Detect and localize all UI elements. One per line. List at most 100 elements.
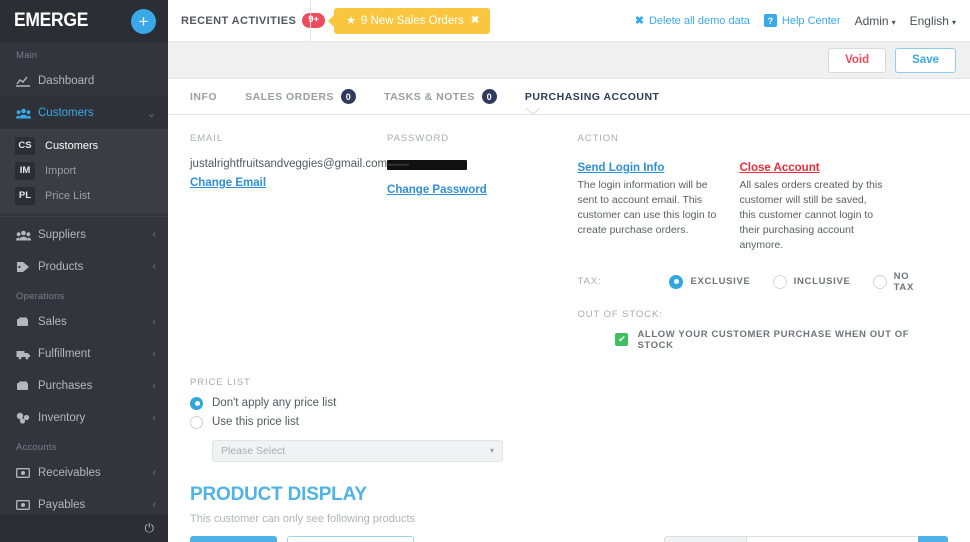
search-input[interactable]: Name or code... (746, 535, 918, 542)
sidebar-item-suppliers[interactable]: Suppliers ‹ (0, 219, 168, 251)
password-label: PASSWORD (387, 133, 449, 144)
price-list-option-label: Use this price list (212, 416, 299, 429)
subitem-tag: CS (15, 136, 35, 155)
price-list-select[interactable]: Please Select ▾ (212, 439, 503, 462)
chevron-down-icon: ⌄ (146, 107, 156, 120)
product-display-subtitle: This customer can only see following pro… (190, 512, 415, 525)
email-column: EMAIL justalrightfruitsandveggies@gmail.… (190, 133, 387, 351)
sidebar-item-label: Inventory (38, 412, 86, 424)
tab-badge: 0 (340, 89, 356, 104)
sidebar-item-label: Customers (38, 107, 94, 119)
tag-icon (16, 261, 38, 273)
delete-demo-data-link[interactable]: ✖ Delete all demo data (635, 14, 750, 28)
search-type-select[interactable]: Product ↕ (664, 535, 746, 542)
action-column: ACTION Send Login Info The login informa… (577, 133, 948, 351)
purchasing-account-panel: EMAIL justalrightfruitsandveggies@gmail.… (168, 115, 970, 462)
price-list-select-value: Please Select (221, 444, 286, 457)
star-icon: ★ (346, 15, 356, 27)
truck-icon (16, 349, 38, 360)
tab-label: INFO (190, 90, 218, 103)
price-list-option-use[interactable]: Use this price list (190, 413, 520, 432)
close-icon[interactable]: ✖ (471, 15, 479, 26)
account-row: EMAIL justalrightfruitsandveggies@gmail.… (190, 133, 948, 351)
radio-icon (669, 274, 684, 289)
clear-all-button[interactable]: Clear All 3 Item(s) (287, 535, 415, 542)
sidebar-item-customers[interactable]: Customers ⌄ (0, 97, 168, 129)
help-center-label: Help Center (781, 14, 841, 27)
action-label: ACTION (577, 133, 619, 144)
sidebar-item-dashboard[interactable]: Dashboard (0, 65, 168, 97)
subitem-label: Price List (45, 189, 91, 202)
checkbox-checked-icon: ✔ (615, 333, 629, 347)
admin-menu[interactable]: Admin ▾ (855, 14, 896, 28)
sidebar-item-inventory[interactable]: Inventory ‹ (0, 402, 168, 434)
sidebar-item-label: Suppliers (38, 229, 86, 241)
price-list-option-none[interactable]: Don't apply any price list (190, 394, 520, 413)
chevron-left-icon: ‹ (152, 261, 156, 273)
sidebar-item-fulfillment[interactable]: Fulfillment ‹ (0, 338, 168, 370)
power-icon[interactable]: ⏻ (145, 521, 155, 536)
email-value: justalrightfruitsandveggies@gmail.com (190, 158, 388, 170)
search-button[interactable] (918, 535, 948, 542)
close-account-link[interactable]: Close Account (739, 162, 819, 174)
close-account-block: Close Account All sales orders created b… (739, 158, 883, 253)
change-password-link[interactable]: Change Password (387, 184, 487, 196)
sidebar-subitem-import[interactable]: IM Import (0, 158, 168, 183)
topbar-right: ✖ Delete all demo data ? Help Center Adm… (635, 14, 970, 28)
password-column: PASSWORD •••••••••• Change Password (387, 133, 577, 351)
tax-label: TAX: (577, 276, 602, 288)
sidebar-subitem-price-list[interactable]: PL Price List (0, 183, 168, 208)
sidebar-footer: ⏻ (0, 514, 168, 542)
money-icon (16, 500, 38, 510)
sidebar: EMERGE + Main Dashboard Customers ⌄ CS C… (0, 0, 168, 542)
save-button[interactable]: Save (895, 47, 956, 73)
add-new-button[interactable]: + (131, 8, 156, 34)
question-mark-icon: ? (763, 14, 777, 27)
purchases-icon (16, 381, 38, 392)
price-list-title: PRICE LIST (190, 376, 251, 388)
out-of-stock-label: OUT OF STOCK: (577, 308, 663, 320)
recent-activities-label: RECENT ACTIVITIES (181, 14, 297, 27)
tab-tasks-notes[interactable]: TASKS & NOTES 0 (370, 79, 511, 115)
topbar-divider (310, 0, 311, 41)
sidebar-item-sales[interactable]: Sales ‹ (0, 306, 168, 338)
subitem-tag: IM (15, 161, 35, 180)
select-all-button[interactable]: Select All (190, 535, 278, 542)
help-center-link[interactable]: ? Help Center (763, 14, 841, 27)
tab-label: PURCHASING ACCOUNT (524, 90, 660, 103)
language-menu[interactable]: English ▾ (910, 14, 956, 28)
chevron-left-icon: ‹ (152, 348, 156, 360)
app-logo: EMERGE (14, 10, 89, 31)
tab-info[interactable]: INFO (176, 79, 231, 115)
money-icon (16, 468, 38, 478)
sidebar-section-accounts: Accounts (16, 442, 57, 453)
subitem-label: Import (45, 164, 77, 177)
caret-down-icon: ▾ (951, 17, 956, 27)
main-area: RECENT ACTIVITIES 9+ ★ 9 New Sales Order… (168, 0, 970, 542)
tab-sales-orders[interactable]: SALES ORDERS 0 (231, 79, 370, 115)
radio-icon (872, 274, 887, 289)
void-button[interactable]: Void (828, 47, 887, 73)
chevron-left-icon: ‹ (152, 316, 156, 328)
tax-option-label: EXCLUSIVE (690, 276, 751, 288)
tax-option-no-tax[interactable]: NO TAX (872, 270, 926, 293)
out-of-stock-checkbox-label: ALLOW YOUR CUSTOMER PURCHASE WHEN OUT OF… (637, 328, 910, 351)
sidebar-item-products[interactable]: Products ‹ (0, 251, 168, 283)
send-login-info-link[interactable]: Send Login Info (577, 162, 664, 174)
inventory-icon (16, 412, 38, 424)
out-of-stock-row[interactable]: ✔ ALLOW YOUR CUSTOMER PURCHASE WHEN OUT … (577, 329, 948, 351)
tab-badge: 0 (481, 89, 497, 104)
change-email-link[interactable]: Change Email (190, 177, 266, 189)
sidebar-item-purchases[interactable]: Purchases ‹ (0, 370, 168, 402)
tax-option-exclusive[interactable]: EXCLUSIVE (669, 274, 751, 289)
chevron-left-icon: ‹ (152, 412, 156, 424)
product-display-actions: Select All Clear All 3 Item(s) Product ↕… (190, 535, 948, 542)
sidebar-item-receivables[interactable]: Receivables ‹ (0, 457, 168, 489)
tax-option-inclusive[interactable]: INCLUSIVE (772, 274, 851, 289)
tax-option-label: NO TAX (893, 270, 914, 293)
chevron-left-icon: ‹ (152, 467, 156, 479)
sidebar-divider (0, 216, 168, 217)
price-list-block: PRICE LIST Don't apply any price list Us… (190, 377, 520, 462)
sidebar-subitem-customers[interactable]: CS Customers (0, 133, 168, 158)
notification-pill[interactable]: ★ 9 New Sales Orders ✖ (334, 7, 491, 34)
